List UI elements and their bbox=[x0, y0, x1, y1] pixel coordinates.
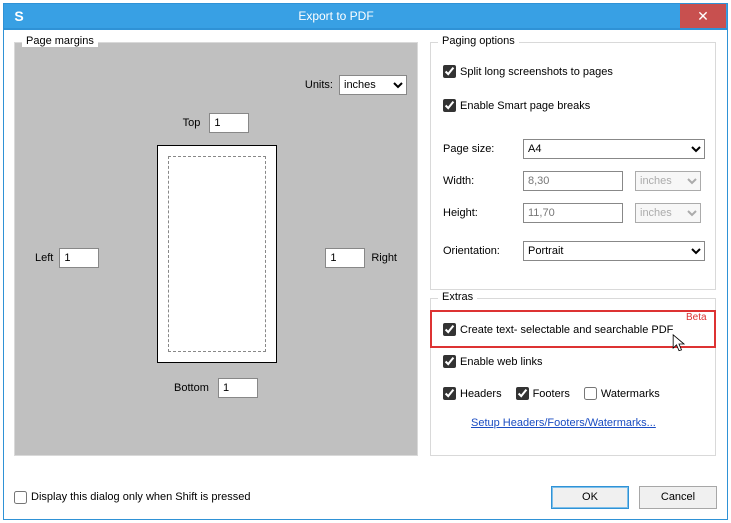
dialog-content: Page margins Units: inches Top Left Righ… bbox=[14, 42, 717, 477]
watermarks-checkbox[interactable]: Watermarks bbox=[584, 387, 660, 400]
units-select[interactable]: inches bbox=[339, 75, 407, 95]
cancel-button[interactable]: Cancel bbox=[639, 486, 717, 509]
margin-top-label: Top bbox=[183, 117, 201, 129]
footers-checkbox[interactable]: Footers bbox=[516, 387, 570, 400]
show-only-shift-input[interactable] bbox=[14, 491, 27, 504]
page-margins-legend: Page margins bbox=[22, 35, 98, 47]
page-preview-inner bbox=[168, 156, 266, 352]
dialog-bottom-bar: Display this dialog only when Shift is p… bbox=[14, 485, 717, 509]
page-width-input bbox=[523, 171, 623, 191]
margin-top-row: Top bbox=[15, 113, 417, 133]
margin-bottom-row: Bottom bbox=[15, 378, 417, 398]
enable-web-links-label: Enable web links bbox=[460, 356, 543, 368]
close-icon: ✕ bbox=[697, 8, 709, 25]
page-height-input bbox=[523, 203, 623, 223]
units-label: Units: bbox=[305, 79, 333, 91]
smart-page-breaks-label: Enable Smart page breaks bbox=[460, 100, 590, 112]
enable-web-links-checkbox[interactable]: Enable web links bbox=[443, 355, 543, 368]
margin-left-label: Left bbox=[35, 252, 53, 264]
smart-page-breaks-checkbox[interactable]: Enable Smart page breaks bbox=[443, 99, 590, 112]
page-margins-group: Page margins Units: inches Top Left Righ… bbox=[14, 42, 418, 456]
margin-bottom-input[interactable] bbox=[218, 378, 258, 398]
headers-checkbox[interactable]: Headers bbox=[443, 387, 502, 400]
margin-left-row: Left bbox=[35, 248, 99, 268]
page-size-select[interactable]: A4 bbox=[523, 139, 705, 159]
split-screenshots-input[interactable] bbox=[443, 65, 456, 78]
smart-page-breaks-input[interactable] bbox=[443, 99, 456, 112]
page-height-units-select: inches bbox=[635, 203, 701, 223]
show-only-shift-checkbox[interactable]: Display this dialog only when Shift is p… bbox=[14, 491, 251, 504]
searchable-pdf-label: Create text- selectable and searchable P… bbox=[460, 324, 673, 336]
headers-input[interactable] bbox=[443, 387, 456, 400]
window-title: Export to PDF bbox=[0, 9, 680, 23]
page-width-units-select: inches bbox=[635, 171, 701, 191]
margin-left-input[interactable] bbox=[59, 248, 99, 268]
title-bar: S Export to PDF ✕ bbox=[3, 3, 728, 29]
page-width-label: Width: bbox=[443, 175, 517, 187]
beta-badge: Beta bbox=[686, 312, 707, 323]
extras-legend: Extras bbox=[438, 291, 477, 303]
setup-hfw-link[interactable]: Setup Headers/Footers/Watermarks... bbox=[471, 417, 656, 429]
searchable-pdf-input[interactable] bbox=[443, 323, 456, 336]
searchable-pdf-checkbox[interactable]: Create text- selectable and searchable P… bbox=[443, 323, 673, 336]
footers-label: Footers bbox=[533, 388, 570, 400]
watermarks-label: Watermarks bbox=[601, 388, 660, 400]
extras-group: Extras Create text- selectable and searc… bbox=[430, 298, 716, 456]
paging-options-legend: Paging options bbox=[438, 35, 519, 47]
enable-web-links-input[interactable] bbox=[443, 355, 456, 368]
close-button[interactable]: ✕ bbox=[680, 4, 726, 28]
margin-right-row: Right bbox=[325, 248, 397, 268]
paging-options-group: Paging options Split long screenshots to… bbox=[430, 42, 716, 290]
margin-right-input[interactable] bbox=[325, 248, 365, 268]
footers-input[interactable] bbox=[516, 387, 529, 400]
orientation-select[interactable]: Portrait bbox=[523, 241, 705, 261]
margin-top-input[interactable] bbox=[209, 113, 249, 133]
split-screenshots-label: Split long screenshots to pages bbox=[460, 66, 613, 78]
orientation-label: Orientation: bbox=[443, 245, 517, 257]
margin-bottom-label: Bottom bbox=[174, 382, 209, 394]
show-only-shift-label: Display this dialog only when Shift is p… bbox=[31, 491, 251, 503]
units-row: Units: inches bbox=[305, 75, 407, 95]
margin-right-label: Right bbox=[371, 252, 397, 264]
page-preview bbox=[157, 145, 277, 363]
page-size-label: Page size: bbox=[443, 143, 517, 155]
ok-button[interactable]: OK bbox=[551, 486, 629, 509]
split-screenshots-checkbox[interactable]: Split long screenshots to pages bbox=[443, 65, 613, 78]
headers-label: Headers bbox=[460, 388, 502, 400]
watermarks-input[interactable] bbox=[584, 387, 597, 400]
page-height-label: Height: bbox=[443, 207, 517, 219]
